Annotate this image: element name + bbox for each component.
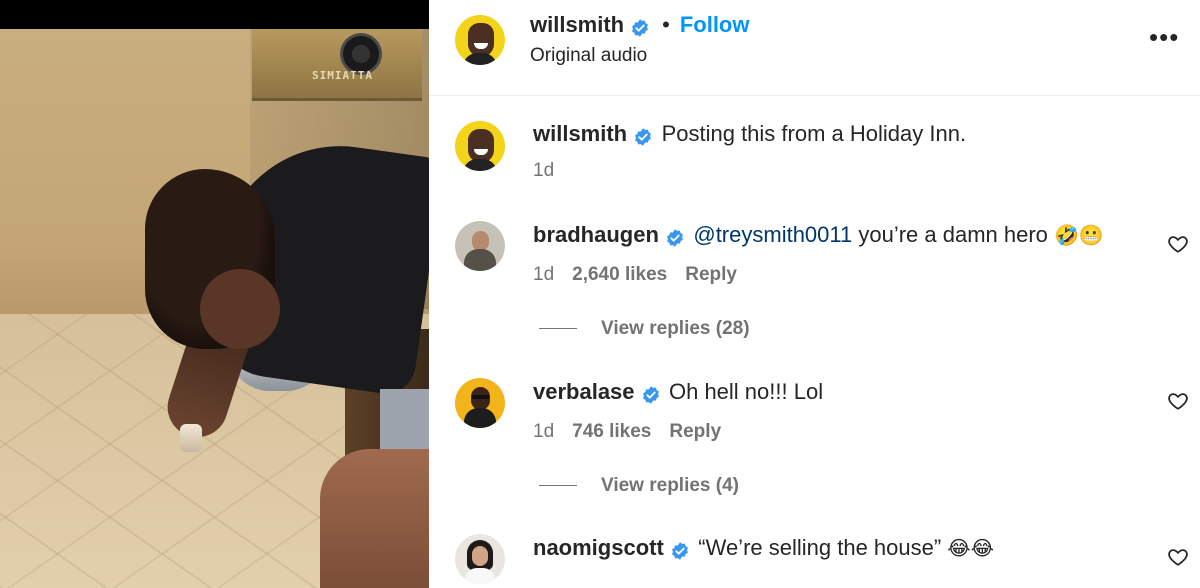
comment-avatar-verbalase[interactable]: [455, 378, 505, 428]
like-heart-icon[interactable]: [1167, 233, 1189, 255]
comment-username[interactable]: verbalase: [533, 379, 635, 404]
caption-text: Posting this from a Holiday Inn.: [661, 121, 967, 146]
replies-divider: [539, 485, 577, 487]
header-title-row: willsmith • Follow: [530, 12, 749, 38]
verified-badge-icon: [635, 128, 652, 146]
comment-emoji: 🤣😬: [1054, 223, 1104, 247]
comment-likes[interactable]: 2,640 likes: [572, 264, 667, 285]
like-heart-icon[interactable]: [1167, 390, 1189, 412]
caption-avatar[interactable]: [455, 121, 505, 171]
comment-meta: 1d 746 likes Reply: [533, 421, 721, 443]
verified-badge-icon: [632, 19, 649, 37]
view-replies-label: View replies (4): [601, 475, 739, 496]
video-frame: SIMIATTA: [0, 29, 429, 588]
jar: [180, 424, 202, 452]
avatar-face: [472, 546, 488, 566]
comment-row: verbalase Oh hell no!!! Lol: [533, 379, 823, 405]
comment-text: “We’re selling the house”: [698, 535, 948, 560]
comment-row: naomigscott “We’re selling the house” 😂😂: [533, 535, 994, 561]
avatar-body: [464, 249, 496, 271]
caption-time: 1d: [533, 160, 555, 181]
avatar-face: [468, 23, 494, 57]
comment-avatar-bradhaugen[interactable]: [455, 221, 505, 271]
reply-button[interactable]: Reply: [669, 421, 721, 442]
view-replies-button[interactable]: View replies (4): [539, 475, 739, 497]
author-avatar[interactable]: [455, 15, 505, 65]
caption-username[interactable]: willsmith: [533, 121, 627, 146]
post-header: willsmith • Follow Original audio •••: [429, 0, 1200, 96]
view-replies-label: View replies (28): [601, 318, 750, 339]
view-replies-button[interactable]: View replies (28): [539, 318, 750, 340]
comment-username[interactable]: naomigscott: [533, 535, 664, 560]
avatar-face: [472, 231, 489, 251]
author-username[interactable]: willsmith: [530, 12, 624, 37]
comment-likes[interactable]: 746 likes: [572, 421, 651, 442]
avatar-body: [464, 408, 496, 428]
person-face: [200, 269, 280, 349]
reply-button[interactable]: Reply: [685, 264, 737, 285]
avatar-body: [465, 568, 495, 584]
verified-badge-icon: [671, 542, 688, 560]
avatar-glasses: [472, 395, 489, 399]
verified-badge-icon: [666, 229, 683, 247]
caption-row: willsmith Posting this from a Holiday In…: [533, 121, 966, 147]
wall-plaque: [252, 29, 422, 101]
avatar-shirt: [463, 159, 497, 171]
post-panel: willsmith • Follow Original audio ••• will…: [429, 0, 1200, 588]
comment-row: bradhaugen @treysmith0011 you’re a damn …: [533, 222, 1104, 248]
comment-text: you’re a damn hero: [852, 222, 1055, 247]
more-options-icon[interactable]: •••: [1149, 24, 1179, 50]
video-player[interactable]: SIMIATTA: [0, 0, 429, 588]
verified-badge-icon: [642, 386, 659, 404]
separator-dot: •: [662, 12, 670, 37]
comment-username[interactable]: bradhaugen: [533, 222, 659, 247]
comment-meta: 1d 2,640 likes Reply: [533, 264, 737, 286]
replies-divider: [539, 328, 577, 330]
comment-emoji: 😂😂: [947, 536, 995, 560]
follow-button[interactable]: Follow: [680, 12, 750, 37]
like-heart-icon[interactable]: [1167, 546, 1189, 568]
avatar-face: [468, 129, 494, 163]
comment-time: 1d: [533, 421, 555, 442]
comment-time: 1d: [533, 264, 555, 285]
audio-label[interactable]: Original audio: [530, 45, 647, 67]
avatar-shirt: [463, 53, 497, 65]
comment-avatar-naomigscott[interactable]: [455, 534, 505, 584]
plaque-text: SIMIATTA: [312, 69, 373, 82]
person-leg: [320, 449, 429, 588]
comment-mention-link[interactable]: @treysmith0011: [693, 222, 852, 247]
comment-text: Oh hell no!!! Lol: [668, 379, 824, 404]
